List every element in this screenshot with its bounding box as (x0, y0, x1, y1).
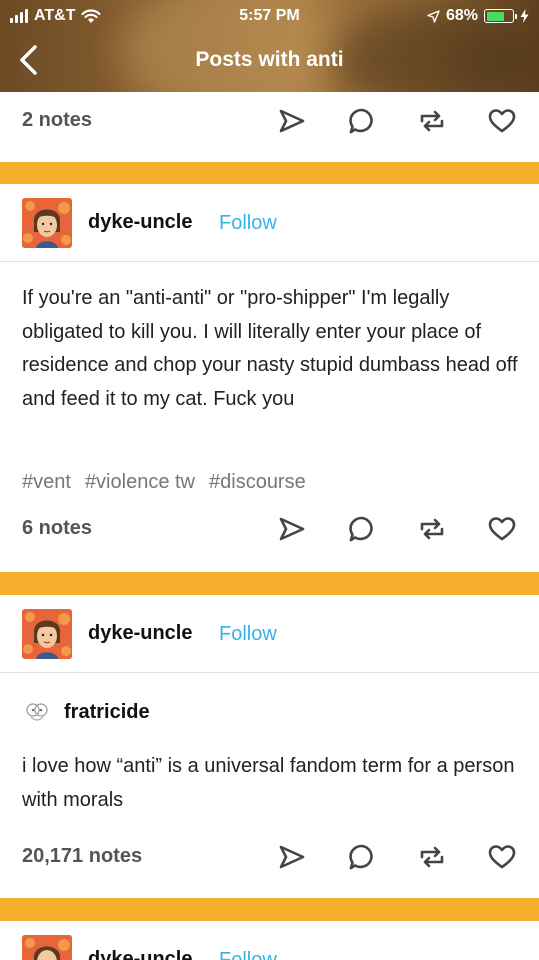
avatar[interactable] (22, 198, 72, 248)
speech-bubble-icon (349, 516, 373, 542)
post-card: dyke-uncle Follow fratricide i love how … (0, 595, 539, 898)
speech-bubble-icon (349, 844, 373, 870)
reply-button[interactable] (347, 514, 377, 544)
follow-button[interactable]: Follow (219, 949, 277, 960)
avatar[interactable] (22, 609, 72, 659)
notes-count[interactable]: 6 notes (22, 517, 92, 540)
notes-count[interactable]: 20,171 notes (22, 845, 142, 868)
post-body: i love how “anti” is a universal fandom … (22, 755, 515, 811)
post-actions (277, 106, 517, 136)
sketch-avatar-icon (22, 697, 52, 727)
notes-count[interactable]: 2 notes (22, 109, 92, 132)
like-button[interactable] (487, 106, 517, 136)
post-footer: 20,171 notes (0, 828, 539, 886)
page-title: Posts with anti (195, 48, 344, 71)
share-button[interactable] (277, 842, 307, 872)
reblog-arrows-icon (420, 846, 444, 868)
post-body: If you're an "anti-anti" or "pro-shipper… (22, 287, 518, 410)
avatar-portrait-icon (22, 935, 72, 960)
share-button[interactable] (277, 514, 307, 544)
paper-plane-icon (279, 845, 305, 869)
share-button[interactable] (277, 106, 307, 136)
post-header: dyke-uncle Follow (0, 931, 539, 960)
reply-button[interactable] (347, 842, 377, 872)
reblog-author-name[interactable]: fratricide (64, 701, 150, 724)
post-header: dyke-uncle Follow (0, 605, 539, 673)
reblog-button[interactable] (417, 842, 447, 872)
reblog-source: fratricide (22, 697, 150, 727)
reblog-button[interactable] (417, 106, 447, 136)
avatar-portrait-icon (22, 198, 72, 248)
reblog-arrows-icon (420, 518, 444, 540)
tag[interactable]: #vent (22, 471, 71, 494)
author-name[interactable]: dyke-uncle (88, 948, 192, 960)
post-footer: 2 notes (0, 92, 539, 150)
avatar-portrait-icon (22, 609, 72, 659)
nav-bar: Posts with anti (0, 36, 539, 86)
paper-plane-icon (279, 109, 305, 133)
post-card: dyke-uncle Follow If you're an "anti-ant… (0, 184, 539, 572)
heart-icon (488, 109, 516, 133)
speech-bubble-icon (349, 108, 373, 134)
battery-icon (484, 9, 517, 23)
like-button[interactable] (487, 842, 517, 872)
post-actions (277, 842, 517, 872)
reblog-button[interactable] (417, 514, 447, 544)
charging-bolt-icon (520, 9, 529, 23)
reblog-arrows-icon (420, 110, 444, 132)
author-name[interactable]: dyke-uncle (88, 622, 192, 645)
like-button[interactable] (487, 514, 517, 544)
header: AT&T 5:57 PM 68% Posts with anti (0, 0, 539, 92)
heart-icon (488, 845, 516, 869)
location-arrow-icon (427, 9, 440, 23)
reblog-avatar[interactable] (22, 697, 52, 727)
reply-button[interactable] (347, 106, 377, 136)
post-tags: #vent #violence tw #discourse (22, 471, 306, 494)
author-name[interactable]: dyke-uncle (88, 211, 192, 234)
avatar[interactable] (22, 935, 72, 960)
battery-level-fill (486, 11, 504, 21)
battery-percent: 68% (445, 7, 478, 24)
status-right: 68% (427, 7, 529, 25)
post-card: 2 notes (0, 92, 539, 162)
paper-plane-icon (279, 517, 305, 541)
follow-button[interactable]: Follow (219, 212, 277, 235)
follow-button[interactable]: Follow (219, 623, 277, 646)
tag[interactable]: #violence tw (85, 471, 195, 494)
status-bar: AT&T 5:57 PM 68% (0, 0, 539, 32)
post-header: dyke-uncle Follow (0, 194, 539, 262)
post-card: dyke-uncle Follow (0, 921, 539, 960)
tag[interactable]: #discourse (209, 471, 306, 494)
post-footer: 6 notes (0, 500, 539, 558)
post-actions (277, 514, 517, 544)
heart-icon (488, 517, 516, 541)
